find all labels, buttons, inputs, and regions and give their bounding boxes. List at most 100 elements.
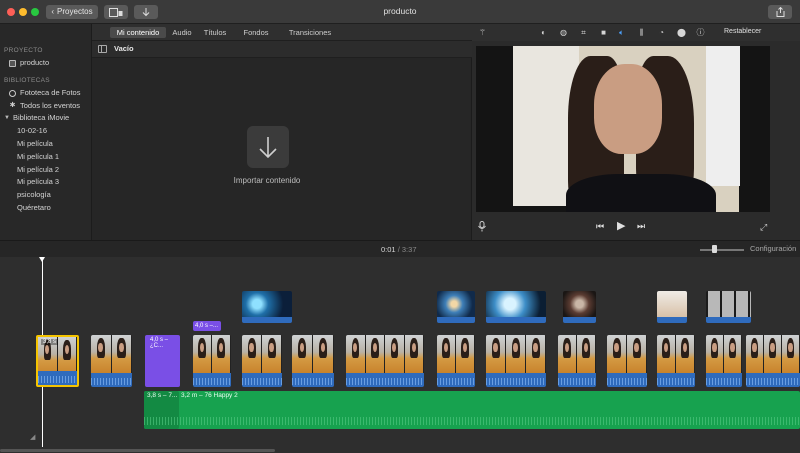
- video-clip[interactable]: [292, 335, 334, 387]
- total-duration: 3:37: [401, 245, 417, 254]
- zoom-slider-knob[interactable]: [712, 245, 717, 253]
- video-clip[interactable]: [346, 335, 424, 387]
- cutaway-clip[interactable]: [706, 291, 751, 323]
- tab-my-media[interactable]: Mi contenido: [110, 27, 166, 38]
- clip-frame: [262, 335, 282, 373]
- clip-frame: [111, 335, 132, 373]
- clip-frame: [365, 335, 385, 373]
- sidebar-item-label: producto: [20, 58, 50, 67]
- magic-wand-icon[interactable]: ⚚: [477, 27, 488, 38]
- timeline[interactable]: 4,0 s –... 3,8 s 4,0 s – ¿C... 3,8 s – 7…: [0, 257, 800, 453]
- sidebar-item-event[interactable]: 10-02-16: [0, 125, 91, 138]
- settings-button[interactable]: Configuración: [750, 244, 796, 253]
- tab-backgrounds[interactable]: Fondos: [240, 27, 272, 38]
- sidebar-item-event[interactable]: Mi película: [0, 138, 91, 151]
- clip-frame: [193, 335, 212, 373]
- sidebar-item-label: Biblioteca iMovie: [12, 113, 70, 123]
- video-clip[interactable]: [706, 335, 742, 387]
- volume-icon[interactable]: 🔈︎: [616, 27, 627, 38]
- clip-frame: [292, 335, 313, 373]
- equalizer-icon[interactable]: ⫼: [636, 27, 647, 38]
- clip-audio: [563, 317, 596, 323]
- down-arrow-icon: [259, 137, 277, 159]
- clip-frames: [346, 335, 424, 373]
- color-correction-icon[interactable]: ◍: [558, 27, 569, 38]
- video-clip[interactable]: [91, 335, 132, 387]
- clip-frames: [558, 335, 596, 373]
- cutaway-clip[interactable]: [437, 291, 475, 323]
- tab-transitions[interactable]: Transiciones: [286, 27, 334, 38]
- clip-audio: [486, 373, 546, 387]
- video-clip[interactable]: [242, 335, 282, 387]
- video-subject-body: [566, 174, 716, 212]
- reset-button[interactable]: Restablecer: [724, 28, 761, 35]
- sidebar-item-imovie-library[interactable]: ▼ Biblioteca iMovie: [0, 112, 91, 125]
- share-button[interactable]: [768, 5, 792, 19]
- skip-forward-icon[interactable]: ⏭︎: [637, 221, 645, 232]
- cutaway-clip[interactable]: [242, 291, 292, 323]
- video-clip[interactable]: [607, 335, 647, 387]
- video-clip[interactable]: [558, 335, 596, 387]
- clip-frames: [242, 335, 282, 373]
- video-clip[interactable]: 3,8 s: [36, 335, 79, 387]
- skip-back-icon[interactable]: ⏮︎: [596, 221, 604, 232]
- tab-titles[interactable]: Títulos: [200, 27, 230, 38]
- color-balance-icon[interactable]: ◐: [538, 27, 549, 38]
- video-clip[interactable]: [657, 335, 695, 387]
- window-title: producto: [383, 6, 417, 16]
- clip-audio: [706, 373, 742, 387]
- stabilization-icon[interactable]: ■: [598, 27, 609, 38]
- sidebar-item-event[interactable]: Mi película 1: [0, 151, 91, 164]
- video-clip[interactable]: [486, 335, 546, 387]
- zoom-slider[interactable]: [700, 249, 744, 251]
- video-clip[interactable]: [437, 335, 475, 387]
- clip-audio: [607, 373, 647, 387]
- playhead-marker[interactable]: [39, 257, 45, 262]
- clip-audio: [657, 317, 687, 323]
- info-icon[interactable]: ⓘ: [695, 27, 706, 38]
- import-media-button[interactable]: [247, 126, 289, 168]
- sidebar-item-event[interactable]: psicología: [0, 189, 91, 202]
- cutaway-clip[interactable]: [657, 291, 687, 323]
- clip-frame: [91, 335, 112, 373]
- clip-audio: [437, 317, 475, 323]
- clip-frame: [657, 335, 676, 373]
- clip-audio: [242, 373, 282, 387]
- video-preview[interactable]: [476, 46, 770, 212]
- sidebar-item-project[interactable]: producto: [0, 57, 91, 70]
- clip-frame: [526, 335, 546, 373]
- video-clip[interactable]: [193, 335, 231, 387]
- cutaway-clip[interactable]: [563, 291, 596, 323]
- sidebar-item-event[interactable]: Quéretaro: [0, 202, 91, 215]
- sidebar-item-photos-library[interactable]: Fototeca de Fotos: [0, 87, 91, 100]
- title-bar: ‹ Proyectos producto: [0, 0, 800, 24]
- disclosure-triangle-icon[interactable]: ▼: [4, 112, 10, 125]
- clip-audio: [657, 373, 695, 387]
- speed-icon[interactable]: ◔: [656, 27, 667, 38]
- clip-frame: [764, 335, 782, 373]
- timeline-scrollbar[interactable]: [0, 449, 275, 452]
- video-clip[interactable]: [746, 335, 800, 387]
- microphone-icon[interactable]: [478, 221, 486, 232]
- viewer: ⏮︎ ▶︎ ⏭︎ ⤢: [472, 41, 800, 240]
- sidebar-toggle-icon[interactable]: [98, 45, 107, 53]
- clip-frames: [437, 335, 475, 373]
- clip-thumbnail: [706, 291, 751, 317]
- crop-icon[interactable]: ⌗: [578, 27, 589, 38]
- sidebar-item-event[interactable]: Mi película 2: [0, 164, 91, 177]
- title-clip[interactable]: 4,0 s –...: [193, 321, 221, 331]
- sidebar-item-event[interactable]: Mi película 3: [0, 176, 91, 189]
- clip-frames: [292, 335, 334, 373]
- tab-audio[interactable]: Audio: [170, 27, 194, 38]
- cutaway-clip[interactable]: [486, 291, 546, 323]
- clip-audio: [346, 373, 424, 387]
- title-clip[interactable]: 4,0 s – ¿C...: [145, 335, 180, 387]
- expand-icon[interactable]: ⤢: [760, 222, 770, 232]
- play-icon[interactable]: ▶︎: [617, 221, 625, 232]
- sidebar-item-all-events[interactable]: ✱ Todos los eventos: [0, 100, 91, 113]
- clip-frame: [57, 337, 77, 375]
- clip-frame: [676, 335, 695, 373]
- resize-handle-icon[interactable]: ◢: [30, 433, 38, 441]
- current-time: 0:01: [381, 245, 396, 254]
- noise-reduction-icon[interactable]: ⬤: [676, 27, 687, 38]
